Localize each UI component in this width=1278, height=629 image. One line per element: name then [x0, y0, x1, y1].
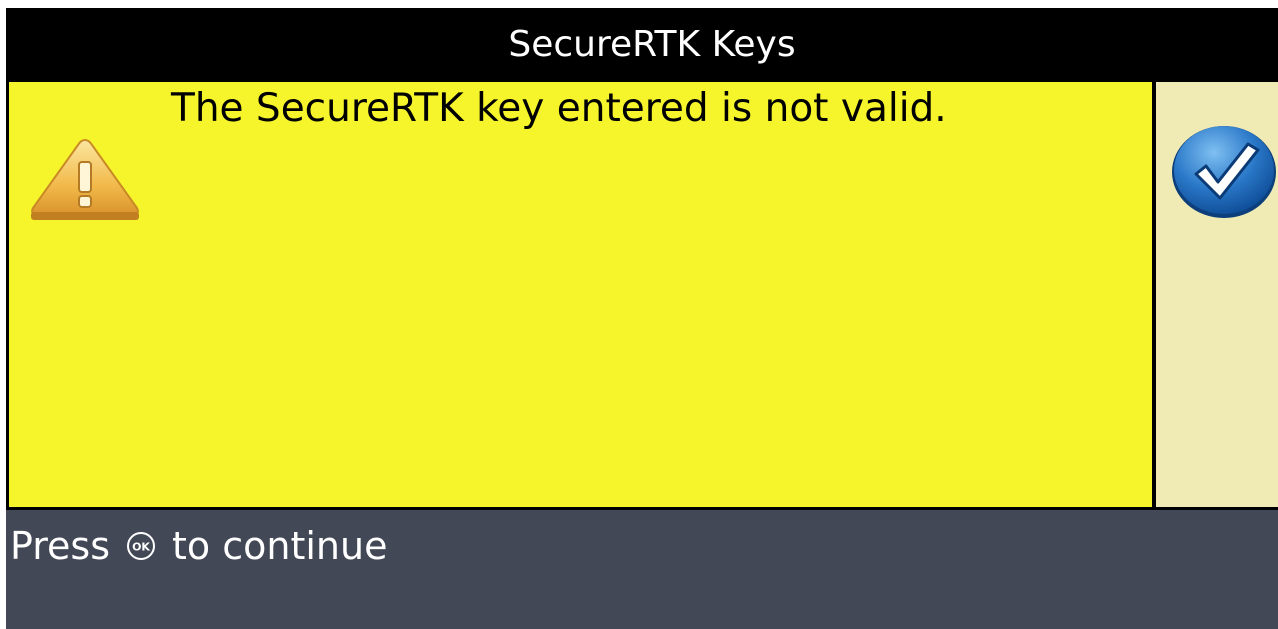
- footer-suffix: to continue: [172, 524, 388, 568]
- footer-prefix: Press: [10, 524, 111, 568]
- page-title: SecureRTK Keys: [508, 23, 796, 65]
- message-panel: The SecureRTK key entered is not valid.: [9, 82, 1152, 507]
- warning-triangle-icon: [31, 138, 139, 220]
- dialog-screen: SecureRTK Keys The SecureRTK key entered…: [6, 8, 1278, 629]
- ok-key-icon: OK: [127, 532, 156, 560]
- ok-key-label: OK: [132, 541, 150, 554]
- confirm-button[interactable]: [1168, 120, 1278, 220]
- status-footer: Press OK to continue: [6, 510, 1278, 629]
- error-message: The SecureRTK key entered is not valid.: [171, 86, 947, 131]
- action-panel: [1156, 82, 1278, 507]
- title-bar: SecureRTK Keys: [6, 8, 1278, 80]
- footer-instruction: Press OK to continue: [10, 524, 387, 568]
